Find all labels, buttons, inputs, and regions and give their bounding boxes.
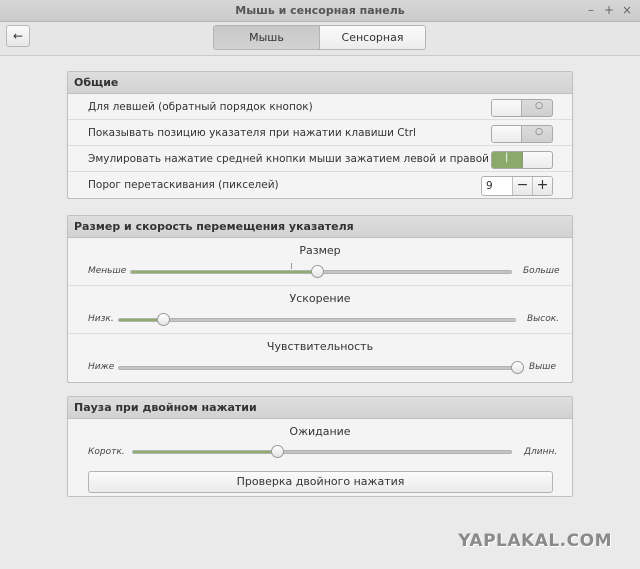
- switch-knob: [492, 100, 522, 116]
- show-pointer-row: Показывать позицию указателя при нажатии…: [68, 120, 572, 146]
- slider-default-mark: [290, 263, 292, 269]
- drag-threshold-spinbutton[interactable]: 9 − +: [481, 176, 553, 196]
- double-click-body: Ожидание Коротк. Длинн. Проверка двойног…: [68, 419, 572, 495]
- left-handed-row: Для левшей (обратный порядок кнопок) ○: [68, 94, 572, 120]
- back-button[interactable]: ←: [6, 25, 30, 47]
- minimize-icon[interactable]: –: [584, 3, 598, 17]
- size-slider[interactable]: [130, 263, 512, 278]
- tab-mouse[interactable]: Мышь: [214, 26, 320, 49]
- maximize-icon[interactable]: +: [602, 3, 616, 17]
- timeout-max-label: Длинн.: [524, 447, 558, 457]
- slider-thumb[interactable]: [511, 361, 524, 374]
- acceleration-title: Ускорение: [289, 292, 351, 305]
- timeout-slider[interactable]: [132, 445, 512, 458]
- middle-click-label: Эмулировать нажатие средней кнопки мыши …: [88, 153, 532, 165]
- toolbar: ← Мышь Сенсорная панель: [0, 22, 640, 56]
- increment-button[interactable]: +: [532, 177, 552, 195]
- pointer-header: Размер и скорость перемещения указателя: [68, 216, 572, 238]
- slider-fill: [119, 367, 517, 369]
- size-title: Размер: [299, 244, 341, 257]
- sensitivity-max-label: Выше: [529, 362, 557, 372]
- watermark: YAPLAKAL.COM: [458, 531, 612, 551]
- double-click-test-button[interactable]: Проверка двойного нажатия: [88, 471, 553, 493]
- show-pointer-switch[interactable]: ○: [491, 125, 553, 143]
- drag-threshold-row: Порог перетаскивания (пикселей) 9 − +: [68, 172, 572, 198]
- size-min-label: Меньше: [88, 266, 127, 276]
- acceleration-slider[interactable]: [118, 313, 516, 326]
- decrement-button[interactable]: −: [512, 177, 532, 195]
- arrow-left-icon: ←: [12, 29, 24, 43]
- acceleration-slider-block: Ускорение Низк. Высок.: [68, 286, 572, 334]
- sensitivity-slider-block: Чувствительность Ниже Выше: [68, 334, 572, 382]
- timeout-title: Ожидание: [289, 425, 351, 438]
- switch-off-icon: ○: [535, 127, 543, 137]
- double-click-section: Пауза при двойном нажатии Ожидание Корот…: [67, 396, 573, 497]
- show-pointer-label: Показывать позицию указателя при нажатии…: [88, 127, 416, 139]
- title-bar: Мышь и сенсорная панель – + ×: [0, 0, 640, 22]
- switch-knob: [522, 152, 552, 168]
- slider-thumb[interactable]: [156, 313, 170, 326]
- switch-knob: [492, 126, 522, 142]
- drag-threshold-label: Порог перетаскивания (пикселей): [88, 179, 279, 191]
- sensitivity-min-label: Ниже: [88, 362, 115, 372]
- slider-thumb[interactable]: [311, 265, 325, 278]
- left-handed-switch[interactable]: ○: [491, 99, 553, 117]
- middle-click-switch[interactable]: |: [491, 151, 553, 169]
- acceleration-max-label: Высок.: [527, 314, 560, 324]
- general-section: Общие Для левшей (обратный порядок кнопо…: [67, 71, 573, 199]
- drag-threshold-value[interactable]: 9: [486, 180, 493, 192]
- window-title: Мышь и сенсорная панель: [235, 4, 405, 17]
- slider-fill: [131, 271, 318, 273]
- slider-fill: [133, 451, 277, 453]
- general-header: Общие: [68, 72, 572, 94]
- size-max-label: Больше: [523, 266, 560, 276]
- acceleration-min-label: Низк.: [88, 314, 114, 324]
- tab-touchpad[interactable]: Сенсорная панель: [320, 26, 425, 49]
- switch-on-icon: |: [505, 152, 509, 163]
- size-slider-block: Размер Меньше Больше: [68, 238, 572, 286]
- sensitivity-title: Чувствительность: [266, 340, 374, 353]
- pointer-section: Размер и скорость перемещения указателя …: [67, 215, 573, 383]
- middle-click-row: Эмулировать нажатие средней кнопки мыши …: [68, 146, 572, 172]
- slider-thumb[interactable]: [270, 445, 284, 458]
- switch-off-icon: ○: [535, 101, 543, 111]
- left-handed-label: Для левшей (обратный порядок кнопок): [88, 101, 313, 113]
- close-icon[interactable]: ×: [620, 3, 634, 17]
- stack-switcher: Мышь Сенсорная панель: [213, 25, 426, 50]
- timeout-min-label: Коротк.: [88, 447, 125, 457]
- double-click-header: Пауза при двойном нажатии: [68, 397, 572, 419]
- sensitivity-slider[interactable]: [118, 361, 524, 374]
